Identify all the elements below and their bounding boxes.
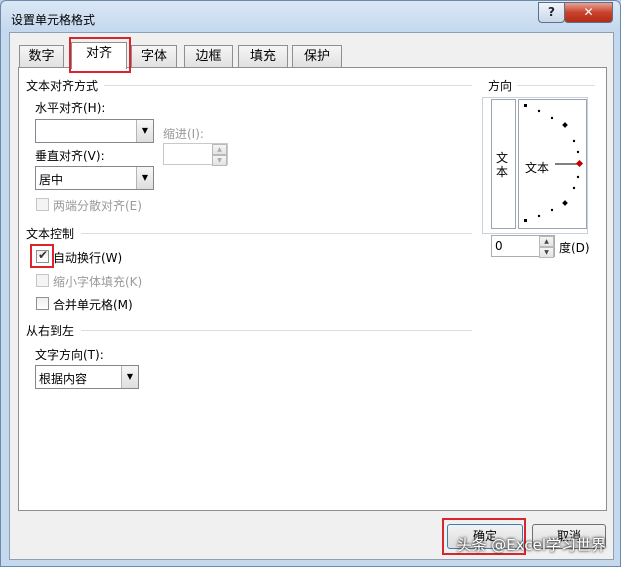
- text-direction-value: 根据内容: [39, 372, 88, 386]
- spin-down-icon[interactable]: ▼: [212, 155, 227, 166]
- vertical-alignment-select[interactable]: 居中 ▼: [35, 166, 154, 190]
- watermark: 头条 @Excel学习世界: [456, 536, 606, 554]
- tab-alignment-highlight: [69, 37, 131, 73]
- dial-dot: [537, 214, 541, 218]
- wrap-text-label: 自动换行(W): [53, 251, 123, 265]
- vertical-alignment-value: 居中: [39, 173, 64, 187]
- tab-number[interactable]: 数字: [19, 45, 64, 68]
- dial-mark: [524, 104, 527, 107]
- degrees-spin-buttons[interactable]: ▲ ▼: [539, 236, 554, 258]
- text-direction-label: 文字方向(T):: [35, 348, 104, 362]
- dial-dot: [572, 186, 576, 190]
- shrink-to-fit-label: 缩小字体填充(K): [53, 275, 143, 289]
- dial-text-label: 文本: [525, 161, 550, 175]
- degrees-value: 0: [495, 239, 503, 253]
- justify-distributed-checkbox[interactable]: [36, 198, 49, 211]
- degrees-label: 度(D): [559, 241, 590, 255]
- indent-label: 缩进(I):: [163, 127, 204, 141]
- indent-spinner[interactable]: ▲ ▼: [163, 143, 228, 166]
- horizontal-alignment-label: 水平对齐(H):: [35, 101, 106, 115]
- right-to-left-group-title: 从右到左: [26, 324, 75, 338]
- spin-up-icon[interactable]: ▲: [212, 144, 227, 155]
- group-separator: [104, 85, 472, 86]
- shrink-to-fit-checkbox[interactable]: [36, 274, 49, 287]
- dial-dot: [572, 139, 576, 143]
- title-bar[interactable]: 设置单元格格式 ? ✕: [1, 1, 620, 33]
- vertical-text-label: 文本: [496, 151, 509, 179]
- orientation-dial[interactable]: 文本: [518, 99, 587, 229]
- merge-cells-checkbox[interactable]: [36, 297, 49, 310]
- group-separator: [517, 85, 595, 86]
- dial-dot: [550, 208, 554, 212]
- text-control-group-title: 文本控制: [26, 227, 75, 241]
- degrees-spinner[interactable]: 0 ▲ ▼: [491, 235, 555, 258]
- dial-mark: [524, 219, 527, 222]
- spin-up-icon[interactable]: ▲: [539, 236, 554, 247]
- tab-protection[interactable]: 保护: [292, 45, 342, 68]
- indent-spin-buttons[interactable]: ▲ ▼: [212, 144, 227, 166]
- spin-down-icon[interactable]: ▼: [539, 247, 554, 258]
- wrap-text-highlight: [30, 244, 54, 268]
- dial-mark: [562, 122, 568, 128]
- dial-mark: [562, 200, 568, 206]
- dial-dot: [550, 116, 554, 120]
- dial-dot: [537, 109, 541, 113]
- text-alignment-group-title: 文本对齐方式: [26, 79, 99, 93]
- close-button[interactable]: ✕: [564, 2, 613, 23]
- group-separator: [81, 330, 472, 331]
- text-direction-select[interactable]: 根据内容 ▼: [35, 365, 139, 389]
- dial-dot: [576, 150, 580, 154]
- orientation-group-title: 方向: [488, 79, 513, 93]
- dialog-title: 设置单元格格式: [11, 13, 96, 27]
- format-cells-dialog: 设置单元格格式 ? ✕ 数字 对齐 字体 边框 填充 保护 文本对齐方式 水平对…: [0, 0, 621, 567]
- group-separator: [81, 233, 472, 234]
- chevron-down-icon[interactable]: ▼: [136, 167, 153, 189]
- merge-cells-label: 合并单元格(M): [53, 298, 133, 312]
- dial-handle[interactable]: [575, 159, 584, 168]
- help-button[interactable]: ?: [538, 2, 565, 23]
- tab-border[interactable]: 边框: [184, 45, 233, 68]
- dial-dot: [576, 175, 580, 179]
- tab-font[interactable]: 字体: [131, 45, 177, 68]
- justify-distributed-label: 两端分散对齐(E): [53, 199, 142, 213]
- horizontal-alignment-select[interactable]: ▼: [35, 119, 154, 143]
- chevron-down-icon[interactable]: ▼: [136, 120, 153, 142]
- chevron-down-icon[interactable]: ▼: [121, 366, 138, 388]
- tab-fill[interactable]: 填充: [238, 45, 288, 68]
- vertical-alignment-label: 垂直对齐(V):: [35, 149, 105, 163]
